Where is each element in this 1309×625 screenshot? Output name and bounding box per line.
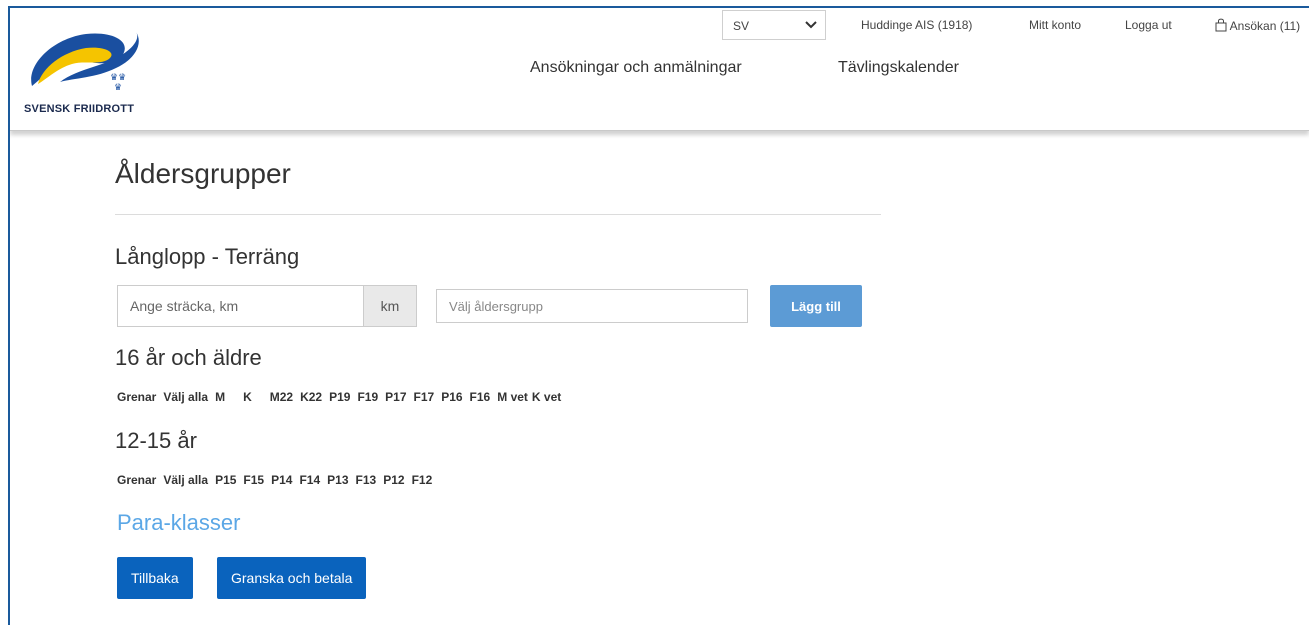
branches-row-12-15: Grenar Välj alla P15 F15 P14 F14 P13 F13 P12 F12: [117, 473, 439, 487]
event-toggle[interactable]: P19: [329, 390, 350, 404]
logo-text: SVENSK FRIIDROTT: [24, 103, 135, 115]
logo-swoosh-icon: ♛♛ ♛: [31, 32, 139, 93]
event-toggle[interactable]: F17: [414, 390, 435, 404]
event-toggle[interactable]: P16: [441, 390, 462, 404]
svg-text:♛♛: ♛♛: [110, 73, 126, 83]
event-toggle[interactable]: F13: [356, 473, 377, 487]
svensk-friidrott-logo[interactable]: ♛♛ ♛ SVENSK FRIIDROTT: [24, 24, 184, 115]
distance-input[interactable]: [117, 285, 363, 327]
app-frame: ♛♛ ♛ SVENSK FRIIDROTT SV Huddinge AIS (1…: [8, 6, 1309, 625]
event-toggle[interactable]: P15: [215, 473, 236, 487]
branches-label: Grenar: [117, 473, 157, 487]
select-all-link[interactable]: Välj alla: [163, 390, 208, 404]
age-group-title-16plus: 16 år och äldre: [115, 345, 262, 370]
nav-competition-calendar[interactable]: Tävlingskalender: [838, 59, 959, 77]
title-divider: [115, 214, 881, 215]
branches-label: Grenar: [117, 390, 157, 404]
my-account-link[interactable]: Mitt konto: [1029, 18, 1081, 32]
event-toggle[interactable]: K vet: [532, 390, 561, 404]
age-group-input[interactable]: [436, 289, 748, 323]
chevron-down-icon: [805, 21, 817, 29]
back-button[interactable]: Tillbaka: [117, 557, 193, 599]
distance-unit-addon: km: [363, 285, 417, 327]
logout-link[interactable]: Logga ut: [1125, 18, 1172, 32]
branches-row-16plus: Grenar Välj alla M K M22 K22 P19 F19 P17 F17 P16 F1…: [117, 390, 568, 404]
event-toggle[interactable]: P13: [327, 473, 348, 487]
event-toggle[interactable]: F14: [299, 473, 320, 487]
language-select[interactable]: SV: [722, 10, 826, 40]
event-toggle[interactable]: M22: [270, 390, 293, 404]
event-toggle[interactable]: F16: [470, 390, 491, 404]
event-toggle[interactable]: K: [243, 390, 252, 404]
event-toggle[interactable]: P17: [385, 390, 406, 404]
language-value: SV: [733, 19, 750, 33]
age-group-title-12-15: 12-15 år: [115, 428, 197, 453]
event-toggle[interactable]: M: [215, 390, 225, 404]
select-all-link[interactable]: Välj alla: [163, 473, 208, 487]
site-header: ♛♛ ♛ SVENSK FRIIDROTT SV Huddinge AIS (1…: [10, 8, 1309, 131]
event-toggle[interactable]: P12: [383, 473, 404, 487]
event-toggle[interactable]: K22: [300, 390, 322, 404]
review-and-pay-button[interactable]: Granska och betala: [217, 557, 367, 599]
event-toggle[interactable]: F15: [243, 473, 264, 487]
event-toggle[interactable]: P14: [271, 473, 292, 487]
section-title: Långlopp - Terräng: [115, 244, 300, 269]
para-classes-link[interactable]: Para-klasser: [117, 510, 240, 536]
cart-link[interactable]: Ansökan (11): [1215, 18, 1300, 33]
shopping-bag-icon: [1215, 18, 1227, 32]
distance-input-group: km: [117, 285, 419, 327]
club-link[interactable]: Huddinge AIS (1918): [861, 18, 972, 32]
event-toggle[interactable]: M vet: [497, 390, 528, 404]
add-button[interactable]: Lägg till: [770, 285, 862, 327]
page-title: Åldersgrupper: [115, 158, 291, 189]
svg-text:♛: ♛: [114, 83, 122, 93]
cart-label: Ansökan (11): [1229, 19, 1301, 33]
nav-applications[interactable]: Ansökningar och anmälningar: [530, 59, 742, 77]
event-toggle[interactable]: F19: [357, 390, 378, 404]
event-toggle[interactable]: F12: [412, 473, 433, 487]
